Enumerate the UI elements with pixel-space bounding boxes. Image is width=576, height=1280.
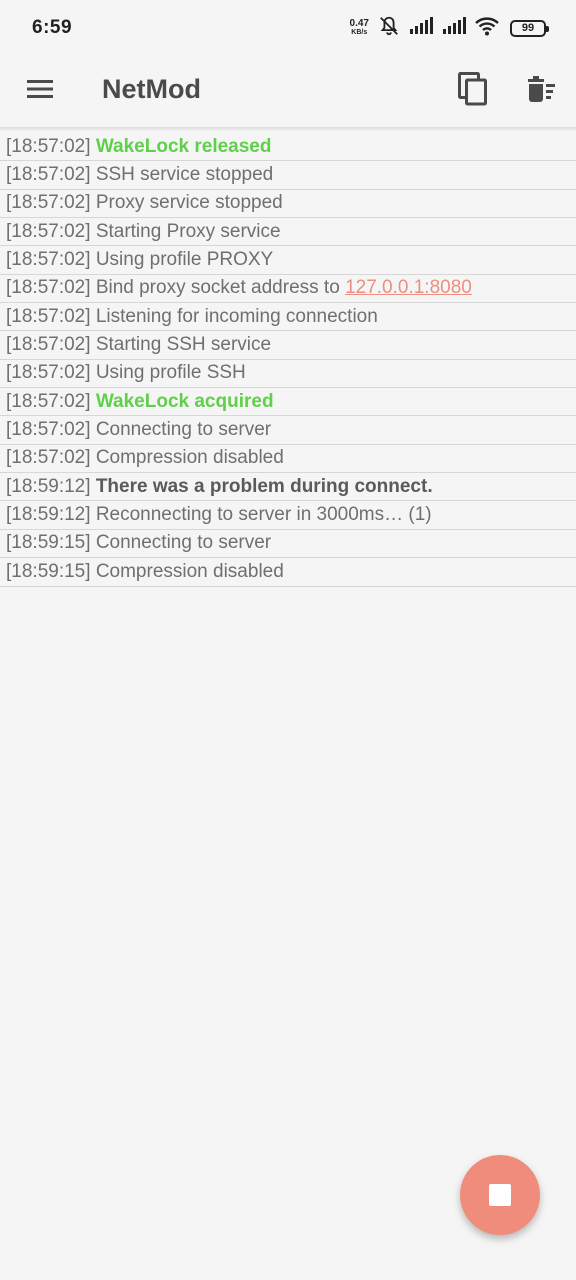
log-row: [18:59:12] Reconnecting to server in 300… — [0, 501, 576, 530]
log-timestamp: [18:57:02] — [6, 390, 91, 412]
hamburger-menu-icon — [26, 78, 54, 105]
stop-button[interactable] — [460, 1155, 540, 1235]
log-row: [18:59:12] There was a problem during co… — [0, 473, 576, 502]
log-timestamp: [18:57:02] — [6, 249, 91, 271]
app-bar-shadow — [0, 127, 576, 131]
log-row: [18:59:15] Compression disabled — [0, 558, 576, 587]
log-row: [18:57:02] Using profile SSH — [0, 360, 576, 389]
log-message: SSH service stopped — [95, 164, 274, 186]
log-message: Listening for incoming connection — [95, 305, 378, 327]
log-row: [18:57:02] Starting SSH service — [0, 331, 576, 360]
log-message: Compression disabled — [95, 560, 284, 582]
log-message: Using profile SSH — [95, 362, 246, 384]
app-screen: 6:59 0.47 KB/s 99 NetMod [18:57:02] Wake… — [0, 0, 576, 1280]
log-row: [18:57:02] Proxy service stopped — [0, 190, 576, 219]
log-message: Compression disabled — [95, 447, 284, 469]
log-timestamp: [18:57:02] — [6, 419, 91, 441]
log-row: [18:57:02] Starting Proxy service — [0, 218, 576, 247]
log-message: Using profile PROXY — [95, 249, 274, 271]
log-message: Reconnecting to server in 3000ms… (1) — [95, 504, 432, 526]
log-message: Connecting to server — [95, 419, 272, 441]
log-row: [18:57:02] Compression disabled — [0, 445, 576, 474]
log-timestamp: [18:57:02] — [6, 305, 91, 327]
menu-button[interactable] — [24, 76, 56, 106]
network-speed-unit: KB/s — [351, 29, 368, 36]
log-row: [18:57:02] Bind proxy socket address to … — [0, 275, 576, 304]
log-timestamp: [18:59:15] — [6, 560, 91, 582]
log-row: [18:57:02] Connecting to server — [0, 416, 576, 445]
log-timestamp: [18:59:12] — [6, 475, 91, 497]
log-list: [18:57:02] WakeLock released [18:57:02] … — [0, 133, 576, 587]
log-message: Proxy service stopped — [95, 192, 283, 214]
log-message: Starting SSH service — [95, 334, 272, 356]
log-row: [18:57:02] Listening for incoming connec… — [0, 303, 576, 332]
log-timestamp: [18:57:02] — [6, 447, 91, 469]
network-speed-value: 0.47 — [349, 18, 369, 29]
log-row: [18:57:02] WakeLock released — [0, 133, 576, 162]
wifi-icon — [475, 16, 499, 41]
log-row: [18:57:02] SSH service stopped — [0, 161, 576, 190]
log-row: [18:59:15] Connecting to server — [0, 530, 576, 559]
log-message: Starting Proxy service — [95, 220, 281, 242]
log-message: There was a problem during connect. — [95, 475, 433, 497]
muted-bell-icon — [378, 15, 400, 42]
stop-icon — [489, 1184, 511, 1206]
log-timestamp: [18:57:02] — [6, 334, 91, 356]
log-timestamp: [18:57:02] — [6, 220, 91, 242]
status-icons: 0.47 KB/s 99 — [350, 15, 549, 42]
log-row: [18:57:02] Using profile PROXY — [0, 246, 576, 275]
status-bar: 6:59 0.47 KB/s 99 — [0, 0, 576, 56]
app-bar: NetMod — [0, 56, 576, 126]
log-timestamp: [18:57:02] — [6, 362, 91, 384]
log-message: WakeLock released — [95, 135, 272, 157]
log-timestamp: [18:57:02] — [6, 135, 91, 157]
signal-icon-2 — [442, 16, 466, 40]
log-message: Bind proxy socket address to — [95, 277, 346, 299]
log-timestamp: [18:59:15] — [6, 532, 91, 554]
log-message: Connecting to server — [95, 532, 272, 554]
app-title: NetMod — [102, 74, 201, 104]
battery-level: 99 — [521, 22, 535, 34]
clear-log-button[interactable] — [524, 74, 558, 108]
battery-indicator: 99 — [510, 19, 549, 37]
copy-icon — [458, 71, 488, 111]
delete-sweep-icon — [526, 75, 556, 108]
log-message: WakeLock acquired — [95, 390, 274, 412]
log-timestamp: [18:59:12] — [6, 504, 91, 526]
network-speed: 0.47 KB/s — [350, 19, 369, 37]
proxy-address-link[interactable]: 127.0.0.1:8080 — [345, 277, 472, 299]
log-timestamp: [18:57:02] — [6, 192, 91, 214]
log-timestamp: [18:57:02] — [6, 277, 91, 299]
status-time: 6:59 — [32, 17, 73, 38]
copy-button[interactable] — [456, 71, 490, 111]
log-row: [18:57:02] WakeLock acquired — [0, 388, 576, 417]
log-timestamp: [18:57:02] — [6, 164, 91, 186]
signal-icon-1 — [409, 16, 433, 40]
